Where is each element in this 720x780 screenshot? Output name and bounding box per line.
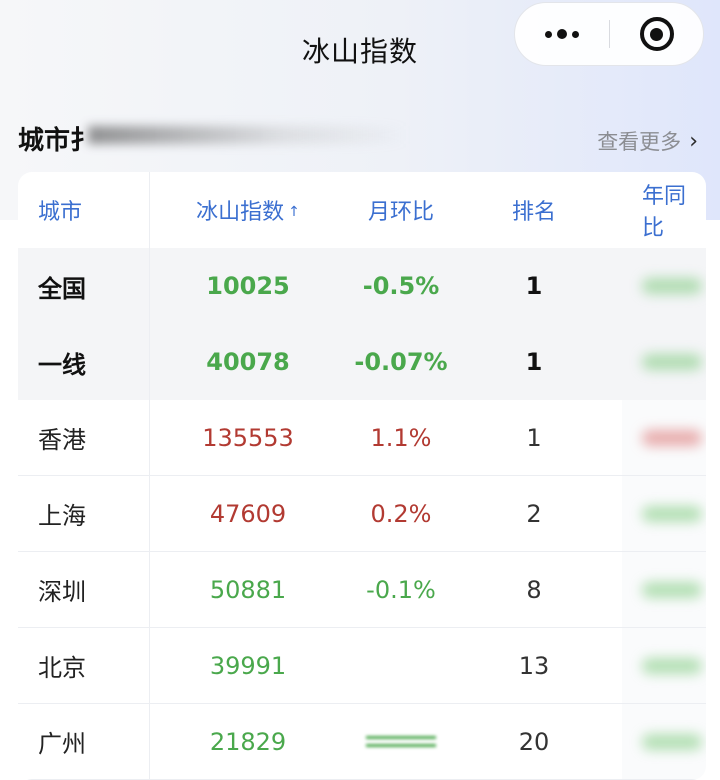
city-cell: 上海 — [18, 476, 150, 551]
city-index-card: 城市 冰山指数 ↑ 月环比 排名 年同比 全国 10025 -0.5% 1 一线 … — [18, 172, 706, 780]
header-mom[interactable]: 月环比 — [346, 194, 456, 226]
city-cell: 广州 — [18, 704, 150, 779]
index-cell: 40078 — [206, 348, 290, 376]
sort-arrow-icon: ↑ — [288, 204, 300, 220]
index-cell: 135553 — [202, 423, 294, 452]
mom-cell: -0.1% — [366, 575, 436, 604]
table-header-row: 城市 冰山指数 ↑ 月环比 排名 年同比 — [18, 172, 706, 248]
header-index-label: 冰山指数 — [196, 200, 285, 225]
dot-icon — [545, 30, 552, 38]
rank-cell: 2 — [526, 499, 542, 528]
section-title: 城市扌 — [18, 126, 97, 156]
index-cell: 10025 — [206, 272, 290, 300]
index-cell: 21829 — [209, 727, 287, 756]
table-row[interactable]: 上海 47609 0.2% 2 — [18, 476, 706, 552]
city-cell: 一线 — [18, 324, 150, 400]
mom-cell: 0.2% — [370, 499, 432, 528]
index-cell: 50881 — [209, 575, 287, 604]
rank-cell: 1 — [525, 348, 543, 376]
rank-cell: 13 — [518, 651, 550, 680]
yoy-cell-blurred — [612, 424, 706, 452]
index-cell: 39991 — [209, 651, 287, 680]
header-index-sortable[interactable]: 冰山指数 ↑ — [150, 194, 346, 226]
table-row[interactable]: 深圳 50881 -0.1% 8 — [18, 552, 706, 628]
mom-cell-blurred — [346, 728, 456, 756]
yoy-cell-blurred — [612, 500, 706, 528]
see-more-label: 查看更多 — [597, 130, 682, 154]
rank-cell: 8 — [526, 575, 542, 604]
index-cell: 47609 — [209, 499, 287, 528]
header-city[interactable]: 城市 — [18, 172, 150, 248]
mom-cell: -0.07% — [354, 348, 448, 376]
chevron-right-icon: › — [689, 128, 698, 154]
target-icon — [639, 17, 674, 51]
see-more-link[interactable]: 查看更多 › — [597, 126, 698, 156]
more-options-button[interactable] — [515, 3, 609, 65]
mom-cell: -0.5% — [362, 272, 440, 300]
city-index-table: 城市 冰山指数 ↑ 月环比 排名 年同比 全国 10025 -0.5% 1 一线 … — [18, 172, 706, 780]
yoy-cell-blurred — [612, 728, 706, 756]
yoy-cell-blurred — [612, 348, 706, 376]
yoy-cell-blurred — [612, 272, 706, 300]
table-row[interactable]: 北京 39991 13 — [18, 628, 706, 704]
rank-cell: 20 — [518, 727, 550, 756]
yoy-cell-blurred — [612, 576, 706, 604]
rank-cell: 1 — [526, 423, 542, 452]
rank-cell: 1 — [525, 272, 543, 300]
city-cell: 全国 — [18, 248, 150, 324]
table-row[interactable]: 一线 40078 -0.07% 1 — [18, 324, 706, 400]
dot-icon — [557, 29, 567, 39]
header-yoy[interactable]: 年同比 — [612, 178, 706, 242]
dot-icon — [572, 30, 579, 38]
city-cell: 北京 — [18, 628, 150, 703]
header-rank[interactable]: 排名 — [456, 194, 612, 226]
yoy-cell-blurred — [612, 652, 706, 680]
blurred-title-text — [88, 126, 408, 144]
city-cell: 香港 — [18, 400, 150, 475]
city-cell: 深圳 — [18, 552, 150, 627]
table-row[interactable]: 全国 10025 -0.5% 1 — [18, 248, 706, 324]
table-row[interactable]: 香港 135553 1.1% 1 — [18, 400, 706, 476]
table-row[interactable]: 广州 21829 20 — [18, 704, 706, 780]
close-miniprogram-button[interactable] — [610, 3, 703, 65]
mom-cell: 1.1% — [370, 423, 432, 452]
miniprogram-capsule — [514, 2, 704, 66]
